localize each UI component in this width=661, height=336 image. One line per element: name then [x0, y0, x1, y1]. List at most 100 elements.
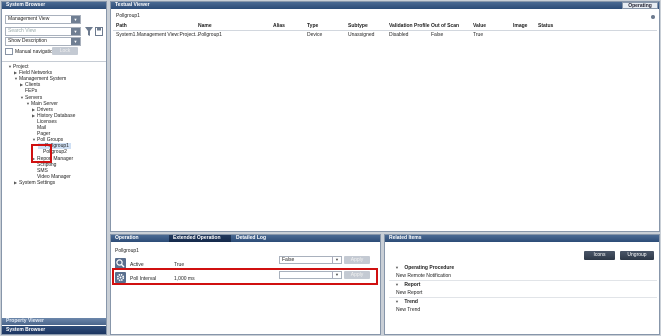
related-items-panel: Related Items Icons Ungroup ▼ Operating … [384, 234, 660, 335]
operation-object-name: Pollgroup1 [115, 248, 139, 254]
cell-path: System1.Management View:Project.... [116, 32, 201, 38]
triangle-down-icon: ▼ [395, 265, 399, 270]
tree-item-video-manager[interactable]: Video Manager [32, 174, 71, 180]
triangle-down-icon: ▼ [395, 299, 399, 304]
cell-out-of-scan: False [431, 32, 444, 38]
active-select[interactable]: False ▼ [279, 256, 342, 264]
tree-item-licenses[interactable]: Licenses [32, 119, 57, 125]
lock-button[interactable]: Lock [52, 47, 78, 55]
tree-item-sms[interactable]: SMS [32, 168, 48, 174]
poll-groups-highlight [31, 144, 52, 163]
tree-item-mail[interactable]: Mail [32, 125, 46, 131]
cell-value: True [473, 32, 484, 38]
active-apply-button[interactable]: Apply [344, 256, 370, 264]
related-group-operating-procedure[interactable]: ▼ Operating Procedure [395, 265, 454, 271]
tree-item-feps[interactable]: FEPs [20, 88, 37, 94]
textual-breadcrumb: Pollgroup1 [116, 13, 140, 19]
manual-navigation-checkbox[interactable] [5, 48, 13, 55]
tree-item-drivers[interactable]: ▶ Drivers [32, 107, 53, 113]
column-header-status[interactable]: Status [538, 23, 553, 29]
related-items-header: Related Items [385, 235, 659, 242]
tree-item-project[interactable]: ▼Project [8, 64, 29, 70]
tree-item-label: Main Server [31, 100, 58, 107]
tree-item-label: Field Networks [19, 70, 53, 77]
tree-item-system-settings[interactable]: ▶ System Settings [14, 180, 55, 186]
system-browser-tab-label: System Browser [6, 327, 46, 333]
ungroup-button[interactable]: Ungroup [620, 251, 654, 260]
tree-item-field-networks[interactable]: ▶ Field Networks [14, 70, 52, 76]
group-label: Report [404, 282, 421, 288]
column-header-out-of-scan[interactable]: Out of Scan [431, 23, 459, 29]
property-viewer-tab[interactable]: Property Viewer [2, 318, 106, 325]
tree-item-label: Mail [37, 125, 47, 131]
tree-item-label: Servers [25, 94, 43, 101]
tree-item-label: History Database [37, 112, 76, 119]
textual-viewer-title: Textual Viewer [115, 2, 150, 8]
tree-item-label: Poll Groups [37, 137, 64, 144]
search-input[interactable]: Search View ▼ [5, 27, 81, 36]
tree-item-label: Clients [25, 82, 41, 89]
system-browser-tab[interactable]: System Browser [2, 326, 106, 334]
tab-operation-label: Operation [115, 235, 139, 241]
column-header-alias[interactable]: Alias [273, 23, 285, 29]
browser-separator [2, 61, 106, 62]
icons-button[interactable]: Icons [584, 251, 615, 260]
column-header-validation-profile[interactable]: Validation Profile [389, 23, 430, 29]
tree-item-poll-groups[interactable]: ▼Poll Groups [32, 137, 63, 143]
filter-icon[interactable] [85, 27, 93, 36]
textual-viewer-header: Textual Viewer [111, 2, 659, 9]
tree-item-management-system[interactable]: ▼Management System [14, 76, 66, 82]
tab-extended-operation[interactable]: Extended Operation [169, 235, 231, 242]
related-group-report[interactable]: ▼ Report [395, 282, 420, 288]
chevron-down-icon[interactable]: ▼ [332, 257, 341, 263]
related-item-new-report[interactable]: New Report [396, 290, 422, 296]
tree-item-pager[interactable]: Pager [32, 131, 50, 137]
operating-mode-label: Operating [628, 3, 652, 9]
system-tree: ▼Project ▶ Field Networks ▼Management Syste… [2, 64, 106, 264]
column-header-value[interactable]: Value [473, 23, 486, 29]
tree-item-label: FEPs [25, 88, 38, 95]
pin-icon[interactable] [650, 14, 656, 20]
cell-type: Device [307, 32, 323, 38]
chevron-down-icon[interactable]: ▼ [71, 28, 80, 35]
tree-item-label: Video Manager [37, 173, 71, 180]
group-label: Trend [404, 299, 418, 305]
related-group-divider [389, 280, 657, 281]
tab-operation[interactable]: Operation [111, 235, 169, 242]
tree-item-label: Licenses [37, 118, 57, 125]
manual-navigation-label: Manual navigation [15, 49, 56, 55]
tab-detailed-log-label: Detailed Log [236, 235, 267, 241]
chevron-down-icon[interactable]: ▼ [71, 16, 80, 23]
poll-interval-highlight [112, 268, 378, 285]
view-select[interactable]: Management View ▼ [5, 15, 81, 24]
chevron-down-icon[interactable]: ▼ [71, 38, 80, 45]
system-browser-panel: System Browser Management View ▼ Search … [1, 1, 107, 335]
tree-item-servers[interactable]: ▼Servers [20, 95, 42, 101]
tree-item-clients[interactable]: ▶ Clients [20, 82, 40, 88]
tab-detailed-log[interactable]: Detailed Log [232, 235, 287, 242]
save-icon[interactable] [95, 27, 103, 36]
view-select-value: Management View [8, 16, 50, 22]
group-label: Operating Procedure [404, 265, 455, 271]
tree-item-label: Project [13, 64, 29, 70]
tree-item-label: SMS [37, 167, 48, 174]
column-header-name[interactable]: Name [198, 23, 212, 29]
column-header-type[interactable]: Type [307, 23, 318, 29]
related-item-new-trend[interactable]: New Trend [396, 307, 420, 313]
tab-extended-operation-label: Extended Operation [173, 235, 221, 241]
column-header-image[interactable]: Image [513, 23, 527, 29]
column-header-subtype[interactable]: Subtype [348, 23, 368, 29]
system-browser-header: System Browser [2, 2, 106, 9]
tree-item-label: Management System [19, 76, 67, 83]
related-group-trend[interactable]: ▼ Trend [395, 299, 418, 305]
tree-item-history-database[interactable]: ▶ History Database [32, 113, 75, 119]
tree-item-main-server[interactable]: ▼Main Server [26, 101, 58, 107]
description-select-value: Show Description [8, 38, 47, 44]
column-header-path[interactable]: Path [116, 23, 127, 29]
operating-mode-tab[interactable]: Operating [622, 2, 658, 9]
description-select[interactable]: Show Description ▼ [5, 37, 81, 46]
textual-viewer-panel: Textual Viewer Operating Pollgroup1 Path… [110, 1, 660, 232]
search-placeholder: Search View [8, 28, 36, 34]
table-row[interactable]: System1.Management View:Project.... Poll… [113, 32, 657, 40]
related-item-new-remote-notification[interactable]: New Remote Notification [396, 273, 451, 279]
